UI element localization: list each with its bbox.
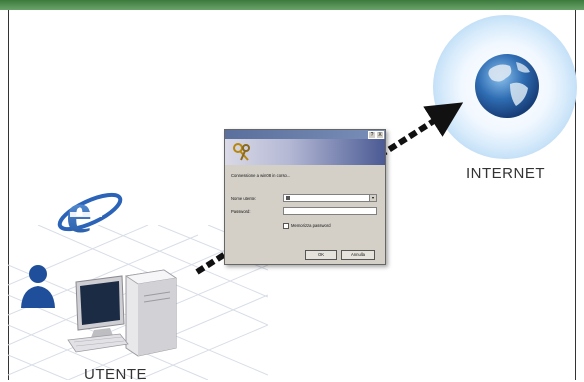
cancel-button[interactable]: Annulla: [341, 250, 375, 260]
username-label: Nome utente:: [231, 196, 257, 201]
remember-password-checkbox[interactable]: [283, 223, 289, 229]
dialog-title-bar[interactable]: ? X: [225, 130, 385, 139]
chevron-down-icon[interactable]: ▾: [369, 195, 376, 201]
password-input[interactable]: [283, 207, 377, 215]
user-small-icon: [286, 196, 290, 200]
username-select[interactable]: ▾: [283, 194, 377, 202]
password-label: Password:: [231, 209, 251, 214]
dialog-banner: [225, 139, 385, 165]
close-button[interactable]: X: [376, 131, 384, 139]
login-dialog: ? X Connessione a win08 in corso... Nome…: [224, 129, 386, 265]
diagram-canvas: INTERNET e UTENTE: [0, 0, 584, 382]
ok-button[interactable]: OK: [305, 250, 337, 260]
help-button[interactable]: ?: [368, 131, 376, 139]
keys-icon: [233, 143, 250, 161]
remember-password-label: Memorizza password: [291, 223, 331, 228]
dialog-status-text: Connessione a win08 in corso...: [231, 173, 291, 178]
